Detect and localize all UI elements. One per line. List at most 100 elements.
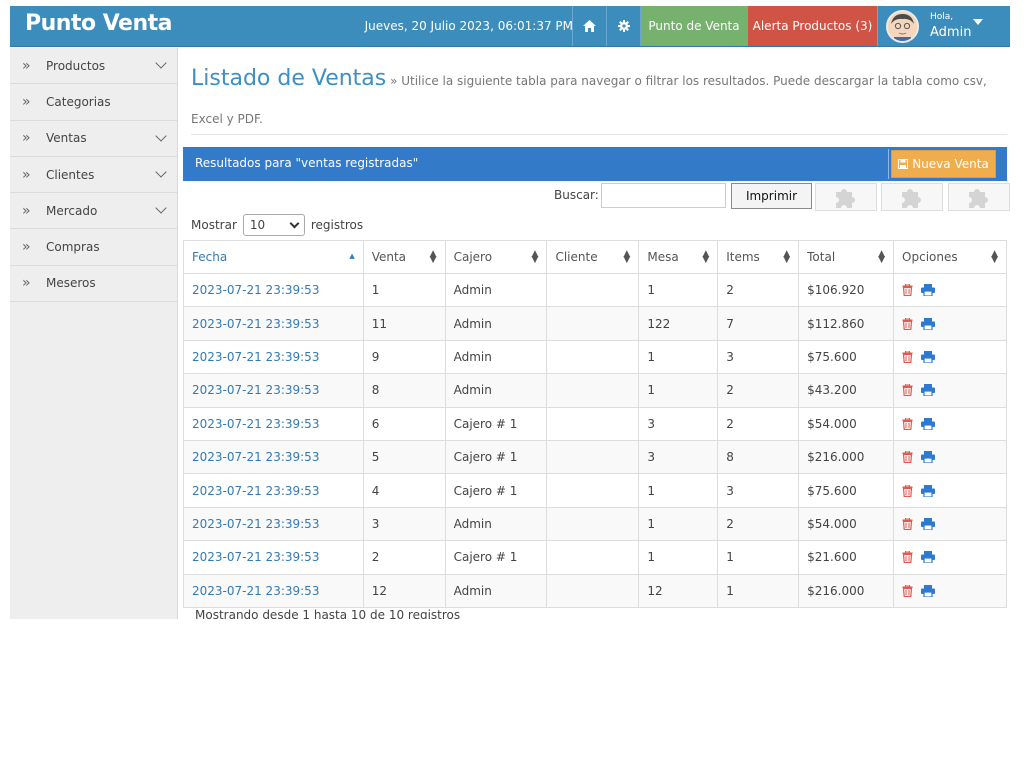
sort-icon: ▲ ▼ bbox=[429, 249, 437, 265]
print-icon[interactable] bbox=[921, 350, 936, 363]
export-button-1[interactable] bbox=[815, 183, 877, 211]
trash-icon[interactable] bbox=[902, 384, 913, 397]
trash-icon[interactable] bbox=[902, 350, 913, 363]
sidebar-item-mercado[interactable]: » Mercado bbox=[10, 193, 177, 230]
column-header-opciones[interactable]: Opciones ▲ ▼ bbox=[893, 240, 1007, 274]
search-input[interactable] bbox=[601, 183, 726, 208]
print-icon[interactable] bbox=[921, 551, 936, 564]
sidebar-item-label: Mercado bbox=[46, 203, 98, 218]
home-button[interactable] bbox=[572, 6, 606, 46]
fecha-link[interactable]: 2023-07-21 23:39:53 bbox=[183, 439, 364, 475]
table-cell: 8 bbox=[362, 373, 446, 408]
print-icon[interactable] bbox=[921, 484, 936, 497]
sidebar-item-compras[interactable]: » Compras bbox=[10, 229, 177, 266]
sidebar-item-categorias[interactable]: » Categorias bbox=[10, 84, 177, 121]
fecha-link[interactable]: 2023-07-21 23:39:53 bbox=[183, 406, 364, 441]
trash-icon[interactable] bbox=[902, 284, 913, 297]
print-icon[interactable] bbox=[921, 417, 936, 430]
trash-icon[interactable] bbox=[902, 317, 913, 330]
table-cell: 3 bbox=[638, 439, 719, 475]
column-header-cajero[interactable]: Cajero ▲ ▼ bbox=[444, 240, 548, 274]
table-cell: 2 bbox=[362, 540, 446, 575]
page-length-select[interactable]: 10 bbox=[242, 214, 305, 236]
table-cell: 1 bbox=[717, 573, 800, 608]
nueva-venta-button[interactable]: Nueva Venta bbox=[891, 150, 996, 178]
table-row: 2023-07-21 23:39:53 8 Admin 1 2 $43.200 bbox=[183, 373, 1007, 408]
table-cell: 1 bbox=[638, 540, 719, 575]
print-icon[interactable] bbox=[921, 517, 936, 530]
fecha-link[interactable]: 2023-07-21 23:39:53 bbox=[183, 573, 364, 608]
brand-logo[interactable]: Punto Venta bbox=[25, 11, 173, 36]
sidebar-item-label: Categorias bbox=[46, 94, 111, 109]
table-cell: 8 bbox=[717, 439, 800, 475]
fecha-link[interactable]: 2023-07-21 23:39:53 bbox=[183, 306, 364, 341]
print-button[interactable]: Imprimir bbox=[731, 183, 812, 209]
export-button-2[interactable] bbox=[881, 183, 943, 211]
puzzle-icon bbox=[969, 189, 988, 208]
save-icon bbox=[898, 159, 909, 169]
fecha-link[interactable]: 2023-07-21 23:39:53 bbox=[183, 339, 364, 375]
table-cell: 11 bbox=[362, 306, 446, 341]
table-cell: 3 bbox=[362, 506, 446, 542]
table-cell bbox=[546, 373, 640, 408]
fecha-link[interactable]: 2023-07-21 23:39:53 bbox=[183, 473, 364, 508]
table-cell bbox=[546, 473, 640, 508]
column-header-cliente[interactable]: Cliente ▲ ▼ bbox=[546, 240, 640, 274]
column-header-label: Items bbox=[726, 250, 760, 264]
table-cell: $216.000 bbox=[798, 439, 895, 475]
punto-de-venta-button[interactable]: Punto de Venta bbox=[640, 6, 747, 46]
column-header-mesa[interactable]: Mesa ▲ ▼ bbox=[638, 240, 719, 274]
settings-button[interactable] bbox=[606, 6, 640, 46]
double-chevron-icon: » bbox=[22, 202, 31, 219]
trash-icon[interactable] bbox=[902, 551, 913, 564]
sidebar-item-label: Meseros bbox=[46, 276, 96, 291]
table-row: 2023-07-21 23:39:53 4 Cajero # 1 1 3 $75.600 bbox=[183, 473, 1007, 508]
chevron-down-icon bbox=[155, 57, 167, 69]
table-cell: Admin bbox=[444, 573, 548, 608]
column-header-items[interactable]: Items ▲ ▼ bbox=[717, 240, 800, 274]
chevron-down-icon bbox=[155, 166, 167, 178]
trash-icon[interactable] bbox=[902, 517, 913, 530]
main-content: Listado de Ventas » Utilice la siguiente… bbox=[183, 48, 1010, 619]
table-row: 2023-07-21 23:39:53 9 Admin 1 3 $75.600 bbox=[183, 339, 1007, 375]
column-header-fecha[interactable]: Fecha ▲ bbox=[183, 240, 364, 274]
table-cell: $43.200 bbox=[798, 373, 895, 408]
table-cell: Cajero # 1 bbox=[444, 473, 548, 508]
sidebar-item-ventas[interactable]: » Ventas bbox=[10, 121, 177, 157]
column-header-label: Venta bbox=[371, 250, 407, 264]
table-cell: 12 bbox=[362, 573, 446, 608]
user-menu[interactable]: Hola, Admin bbox=[877, 6, 1010, 46]
fecha-link[interactable]: 2023-07-21 23:39:53 bbox=[183, 272, 364, 308]
trash-icon[interactable] bbox=[902, 584, 913, 597]
fecha-link[interactable]: 2023-07-21 23:39:53 bbox=[183, 540, 364, 575]
table-row: 2023-07-21 23:39:53 3 Admin 1 2 $54.000 bbox=[183, 506, 1007, 542]
trash-icon[interactable] bbox=[902, 484, 913, 497]
print-icon[interactable] bbox=[921, 584, 936, 597]
table-cell: 1 bbox=[638, 473, 719, 508]
table-cell: 9 bbox=[362, 339, 446, 375]
sidebar-item-productos[interactable]: » Productos bbox=[10, 48, 177, 85]
alerta-productos-button[interactable]: Alerta Productos (3) bbox=[747, 6, 877, 46]
fecha-link[interactable]: 2023-07-21 23:39:53 bbox=[183, 506, 364, 542]
print-icon[interactable] bbox=[921, 317, 936, 330]
trash-icon[interactable] bbox=[902, 417, 913, 430]
caret-down-icon[interactable] bbox=[973, 19, 983, 25]
column-header-total[interactable]: Total ▲ ▼ bbox=[798, 240, 895, 274]
sidebar-item-meseros[interactable]: » Meseros bbox=[10, 266, 177, 303]
sidebar-item-clientes[interactable]: » Clientes bbox=[10, 157, 177, 194]
table-row: 2023-07-21 23:39:53 5 Cajero # 1 3 8 $216.000 bbox=[183, 439, 1007, 475]
double-chevron-icon: » bbox=[22, 166, 31, 183]
results-header: Resultados para "ventas registradas" Nue… bbox=[183, 147, 1007, 181]
options-cell bbox=[893, 540, 1007, 575]
fecha-link[interactable]: 2023-07-21 23:39:53 bbox=[183, 373, 364, 408]
length-value: 10 bbox=[249, 218, 266, 232]
column-header-venta[interactable]: Venta ▲ ▼ bbox=[362, 240, 446, 274]
table-cell: 4 bbox=[362, 473, 446, 508]
table-info: Mostrando desde 1 hasta 10 de 10 registr… bbox=[195, 608, 461, 619]
print-icon[interactable] bbox=[921, 284, 936, 297]
sort-asc-icon: ▲ bbox=[349, 252, 355, 260]
print-icon[interactable] bbox=[921, 451, 936, 464]
export-button-3[interactable] bbox=[948, 183, 1010, 211]
trash-icon[interactable] bbox=[902, 451, 913, 464]
print-icon[interactable] bbox=[921, 384, 936, 397]
